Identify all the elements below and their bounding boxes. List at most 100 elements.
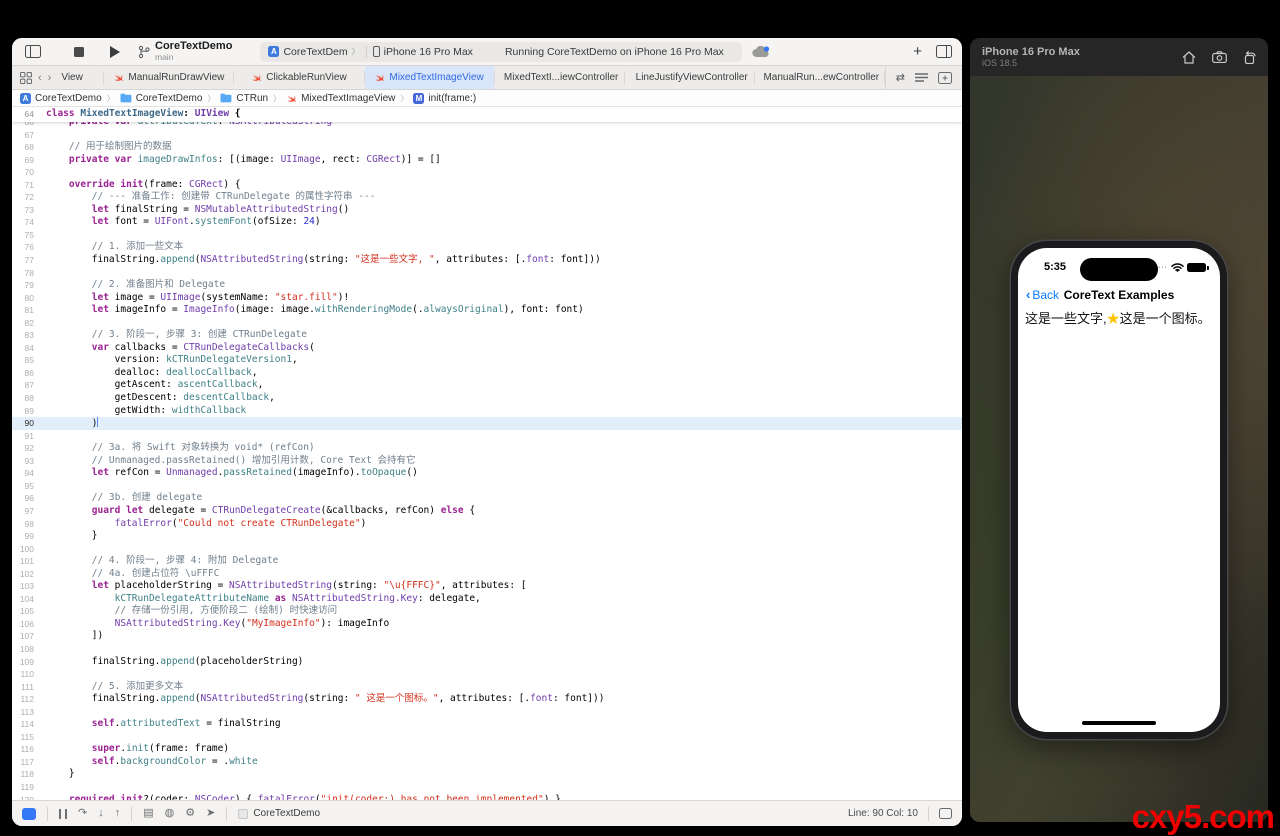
line-number[interactable]: 118	[12, 768, 46, 781]
line-number[interactable]: 115	[12, 731, 46, 744]
tab-linejustifyviewcontroller[interactable]: LineJustifyViewController	[625, 66, 754, 89]
editor-swap-icon[interactable]: ⇄	[896, 71, 905, 84]
code-line-64[interactable]: 64class MixedTextImageView: UIView {	[12, 108, 241, 121]
line-number[interactable]: 83	[12, 329, 46, 342]
line-number[interactable]: 105	[12, 605, 46, 618]
line-number[interactable]: 77	[12, 254, 46, 267]
code-line-113[interactable]: 113	[12, 706, 962, 719]
line-number[interactable]: 74	[12, 216, 46, 229]
code-line-111[interactable]: 111 // 5. 添加更多文本	[12, 681, 962, 694]
code-line-75[interactable]: 75	[12, 229, 962, 242]
environment-overrides-icon[interactable]: ⚙	[185, 808, 195, 819]
code-line-80[interactable]: 80 let image = UIImage(systemName: "star…	[12, 292, 962, 305]
code-line-81[interactable]: 81 let imageInfo = ImageInfo(image: imag…	[12, 304, 962, 317]
code-line-83[interactable]: 83 // 3. 阶段一, 步骤 3: 创建 CTRunDelegate	[12, 329, 962, 342]
line-number[interactable]: 111	[12, 681, 46, 694]
line-number[interactable]: 88	[12, 392, 46, 405]
line-number[interactable]: 91	[12, 430, 46, 443]
code-lines[interactable]: 66 private var attributedText: NSAttribu…	[12, 122, 962, 800]
line-number[interactable]: 102	[12, 568, 46, 581]
code-line-101[interactable]: 101 // 4. 阶段一, 步骤 4: 附加 Delegate	[12, 555, 962, 568]
code-line-112[interactable]: 112 finalString.append(NSAttributedStrin…	[12, 693, 962, 706]
code-line-86[interactable]: 86 dealloc: deallocCallback,	[12, 367, 962, 380]
code-line-90[interactable]: 90 )	[12, 417, 962, 430]
simulator-title-bar[interactable]: iPhone 16 Pro Max iOS 18.5	[970, 38, 1268, 76]
line-number[interactable]: 73	[12, 204, 46, 217]
code-line-116[interactable]: 116 super.init(frame: frame)	[12, 743, 962, 756]
line-number[interactable]: 95	[12, 480, 46, 493]
line-number[interactable]: 80	[12, 292, 46, 305]
tab-overview-icon[interactable]	[20, 72, 32, 84]
breadcrumb-item-coretextdemo[interactable]: CoreTextDemo	[120, 93, 203, 104]
sticky-declaration-line[interactable]: 64class MixedTextImageView: UIView {	[12, 107, 962, 122]
code-line-94[interactable]: 94 let refCon = Unmanaged.passRetained(i…	[12, 467, 962, 480]
source-editor[interactable]: 64class MixedTextImageView: UIView { 66 …	[12, 107, 962, 800]
line-number[interactable]: 69	[12, 154, 46, 167]
breadcrumb-item-ctrun[interactable]: CTRun	[220, 93, 268, 104]
code-line-88[interactable]: 88 getDescent: descentCallback,	[12, 392, 962, 405]
line-number[interactable]: 85	[12, 354, 46, 367]
line-number[interactable]: 87	[12, 379, 46, 392]
code-line-89[interactable]: 89 getWidth: widthCallback	[12, 405, 962, 418]
code-line-95[interactable]: 95	[12, 480, 962, 493]
code-line-91[interactable]: 91	[12, 430, 962, 443]
stop-button[interactable]	[68, 41, 90, 63]
line-number[interactable]: 71	[12, 179, 46, 192]
line-number[interactable]: 92	[12, 442, 46, 455]
code-line-67[interactable]: 67	[12, 129, 962, 142]
step-out-icon[interactable]: ↑	[115, 808, 121, 819]
breadcrumb-item-coretextdemo[interactable]: ACoreTextDemo	[20, 93, 102, 104]
line-number[interactable]: 119	[12, 781, 46, 794]
breakpoints-toggle-icon[interactable]	[22, 808, 36, 820]
line-number[interactable]: 72	[12, 191, 46, 204]
code-line-104[interactable]: 104 kCTRunDelegateAttributeName as NSAtt…	[12, 593, 962, 606]
line-number[interactable]: 70	[12, 166, 46, 179]
line-number[interactable]: 112	[12, 693, 46, 706]
code-line-106[interactable]: 106 NSAttributedString.Key("MyImageInfo"…	[12, 618, 962, 631]
tab-manualrun-ewcontroller[interactable]: ManualRun...ewController	[755, 66, 884, 89]
line-number[interactable]: 76	[12, 241, 46, 254]
line-number[interactable]: 110	[12, 668, 46, 681]
rotate-icon[interactable]	[1243, 51, 1256, 64]
screenshot-icon[interactable]	[1212, 51, 1227, 64]
line-number[interactable]: 104	[12, 593, 46, 606]
code-line-71[interactable]: 71 override init(frame: CGRect) {	[12, 179, 962, 192]
run-button[interactable]	[104, 41, 126, 63]
code-line-119[interactable]: 119	[12, 781, 962, 794]
code-line-69[interactable]: 69 private var imageDrawInfos: [(image: …	[12, 154, 962, 167]
line-number[interactable]: 120	[12, 794, 46, 800]
line-number[interactable]: 84	[12, 342, 46, 355]
code-line-78[interactable]: 78	[12, 267, 962, 280]
add-tab-button[interactable]: +	[913, 44, 922, 59]
code-line-68[interactable]: 68 // 用于绘制图片的数据	[12, 141, 962, 154]
code-line-99[interactable]: 99 }	[12, 530, 962, 543]
line-number[interactable]: 103	[12, 580, 46, 593]
step-into-icon[interactable]: ↓	[98, 808, 104, 819]
scheme-project[interactable]: CoreTextDemo main	[138, 41, 232, 61]
code-line-93[interactable]: 93 // Unmanaged.passRetained() 增加引用计数, C…	[12, 455, 962, 468]
code-line-120[interactable]: 120 required init?(coder: NSCoder) { fat…	[12, 794, 962, 800]
debug-view-hierarchy-icon[interactable]: ▤	[143, 808, 153, 819]
code-line-107[interactable]: 107 ])	[12, 630, 962, 643]
code-line-72[interactable]: 72 // --- 准备工作: 创建带 CTRunDelegate 的属性字符串…	[12, 191, 962, 204]
code-line-105[interactable]: 105 // 存储一份引用, 方便阶段二 (绘制) 时快速访问	[12, 605, 962, 618]
line-number[interactable]: 90	[12, 417, 46, 430]
line-number[interactable]: 107	[12, 630, 46, 643]
code-line-97[interactable]: 97 guard let delegate = CTRunDelegateCre…	[12, 505, 962, 518]
code-line-70[interactable]: 70	[12, 166, 962, 179]
code-line-115[interactable]: 115	[12, 731, 962, 744]
device-preview-icon[interactable]	[939, 808, 952, 819]
code-line-114[interactable]: 114 self.attributedText = finalString	[12, 718, 962, 731]
go-back-icon[interactable]: ‹	[38, 72, 42, 84]
line-number[interactable]: 116	[12, 743, 46, 756]
line-number[interactable]: 94	[12, 467, 46, 480]
editor-layout-icon[interactable]	[936, 45, 952, 58]
line-number[interactable]: 78	[12, 267, 46, 280]
code-line-110[interactable]: 110	[12, 668, 962, 681]
code-line-96[interactable]: 96 // 3b. 创建 delegate	[12, 492, 962, 505]
line-number[interactable]: 64	[12, 108, 46, 121]
code-line-76[interactable]: 76 // 1. 添加一些文本	[12, 241, 962, 254]
code-line-108[interactable]: 108	[12, 643, 962, 656]
code-line-117[interactable]: 117 self.backgroundColor = .white	[12, 756, 962, 769]
line-number[interactable]: 109	[12, 656, 46, 669]
